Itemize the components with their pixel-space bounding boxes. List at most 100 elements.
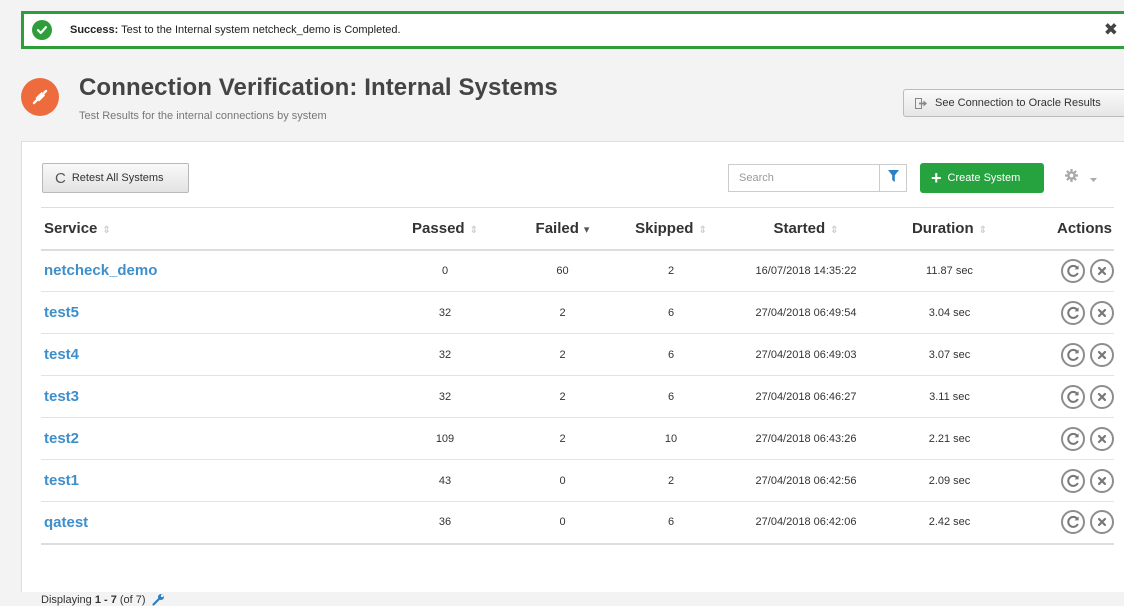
duration-cell: 2.09 sec xyxy=(928,474,971,487)
retest-icon[interactable] xyxy=(1061,384,1085,409)
service-link[interactable]: test5 xyxy=(44,304,79,321)
service-cell: test2 xyxy=(41,418,381,460)
plus-icon: + xyxy=(931,168,942,188)
delete-icon[interactable] xyxy=(1090,342,1114,367)
filter-icon xyxy=(887,169,899,187)
sort-desc-icon: ▾ xyxy=(583,223,590,236)
failed-header-label: Failed xyxy=(535,219,579,237)
failed-cell: 0 xyxy=(559,474,566,487)
retest-icon[interactable] xyxy=(1061,300,1085,325)
failed-cell: 60 xyxy=(556,264,569,277)
page-title: Connection Verification: Internal System… xyxy=(79,74,558,101)
create-system-button[interactable]: + Create System xyxy=(920,163,1044,193)
actions-cell xyxy=(1013,460,1114,502)
retest-icon[interactable] xyxy=(1061,258,1085,283)
skipped-cell: 10 xyxy=(664,432,678,445)
retest-all-label: Retest All Systems xyxy=(71,172,164,184)
skipped-cell: 6 xyxy=(667,390,675,403)
delete-icon[interactable] xyxy=(1090,258,1114,283)
success-alert: Success: Test to the Internal system net… xyxy=(21,11,1124,49)
systems-panel: C Retest All Systems + Create System xyxy=(21,141,1124,606)
retest-icon[interactable] xyxy=(1061,468,1085,493)
skipped-cell: 2 xyxy=(667,474,675,487)
service-link[interactable]: netcheck_demo xyxy=(44,262,157,279)
service-link[interactable]: qatest xyxy=(44,514,88,531)
skipped-cell: 6 xyxy=(667,306,675,319)
actions-cell xyxy=(1013,292,1114,334)
passed-cell: 32 xyxy=(438,390,452,403)
actions-header-label: Actions xyxy=(1056,219,1112,237)
column-header-failed[interactable]: Failed ▾ xyxy=(509,208,616,250)
retest-icon[interactable] xyxy=(1061,510,1085,535)
sort-icon: ⇕ xyxy=(102,224,111,236)
service-header-label: Service xyxy=(44,219,98,237)
passed-cell: 36 xyxy=(438,516,452,529)
passed-cell: 32 xyxy=(438,306,452,319)
systems-table: Service ⇕ Passed ⇕ Failed ▾ Skipped ⇕ Starte… xyxy=(41,207,1114,545)
table-row: test3 32 2 6 27/04/2018 06:46:27 3.11 sec xyxy=(41,376,1114,418)
started-cell: 27/04/2018 06:42:56 xyxy=(755,474,857,487)
retest-all-button[interactable]: C Retest All Systems xyxy=(42,163,189,193)
actions-cell xyxy=(1013,502,1114,544)
caret-down-icon xyxy=(1090,169,1097,187)
retest-icon[interactable] xyxy=(1061,426,1085,451)
delete-icon[interactable] xyxy=(1090,384,1114,409)
column-header-started[interactable]: Started ⇕ xyxy=(726,208,886,250)
create-system-label: Create System xyxy=(947,172,1021,184)
delete-icon[interactable] xyxy=(1090,468,1114,493)
passed-cell: 32 xyxy=(438,348,452,361)
failed-cell: 2 xyxy=(559,306,566,319)
column-header-service[interactable]: Service ⇕ xyxy=(41,208,381,250)
delete-icon[interactable] xyxy=(1090,510,1114,535)
alert-message: Success: Test to the Internal system net… xyxy=(70,24,401,36)
failed-cell: 2 xyxy=(559,390,566,403)
settings-dropdown[interactable] xyxy=(1053,163,1109,193)
service-link[interactable]: test4 xyxy=(44,346,79,363)
service-cell: test5 xyxy=(41,292,381,334)
duration-header-label: Duration xyxy=(911,219,974,237)
gear-icon xyxy=(1065,169,1078,187)
sign-out-icon xyxy=(915,97,928,109)
pagination-total: (of 7) xyxy=(119,593,146,606)
passed-header-label: Passed xyxy=(412,219,465,237)
retest-icon[interactable] xyxy=(1061,342,1085,367)
column-header-skipped[interactable]: Skipped ⇕ xyxy=(616,208,726,250)
table-header-row: Service ⇕ Passed ⇕ Failed ▾ Skipped ⇕ Starte… xyxy=(41,207,1114,250)
duration-cell: 3.04 sec xyxy=(928,306,971,319)
see-oracle-results-label: See Connection to Oracle Results xyxy=(935,97,1101,109)
started-cell: 27/04/2018 06:49:54 xyxy=(755,306,857,319)
sort-icon: ⇕ xyxy=(698,224,707,236)
service-cell: qatest xyxy=(41,502,381,544)
sort-icon: ⇕ xyxy=(830,224,839,236)
service-link[interactable]: test3 xyxy=(44,388,79,405)
check-circle-icon xyxy=(32,20,52,40)
started-header-label: Started xyxy=(773,219,826,237)
table-row: test1 43 0 2 27/04/2018 06:42:56 2.09 sec xyxy=(41,460,1114,502)
passed-cell: 109 xyxy=(435,432,455,445)
actions-cell xyxy=(1013,418,1114,460)
wrench-icon[interactable] xyxy=(151,593,165,606)
filter-button[interactable] xyxy=(879,164,907,192)
table-row: test2 109 2 10 27/04/2018 06:43:26 2.21 sec xyxy=(41,418,1114,460)
service-link[interactable]: test1 xyxy=(44,472,79,489)
close-icon[interactable]: ✖ xyxy=(1104,21,1118,39)
alert-prefix: Success: xyxy=(70,24,119,36)
duration-cell: 11.87 sec xyxy=(926,264,973,277)
actions-cell xyxy=(1013,376,1114,418)
column-header-passed[interactable]: Passed ⇕ xyxy=(381,208,509,250)
skipped-cell: 6 xyxy=(667,516,675,529)
passed-cell: 43 xyxy=(438,474,452,487)
skipped-cell: 6 xyxy=(667,348,675,361)
refresh-icon: C xyxy=(55,169,66,187)
delete-icon[interactable] xyxy=(1090,300,1114,325)
duration-cell: 2.21 sec xyxy=(928,432,971,445)
delete-icon[interactable] xyxy=(1090,426,1114,451)
see-oracle-results-button[interactable]: See Connection to Oracle Results xyxy=(903,89,1124,117)
column-header-duration[interactable]: Duration ⇕ xyxy=(886,208,1013,250)
column-header-actions: Actions xyxy=(1013,208,1114,250)
search-input[interactable] xyxy=(728,164,880,192)
alert-text: Test to the Internal system netcheck_dem… xyxy=(121,24,401,36)
service-link[interactable]: test2 xyxy=(44,430,79,447)
service-cell: test4 xyxy=(41,334,381,376)
table-row: test4 32 2 6 27/04/2018 06:49:03 3.07 sec xyxy=(41,334,1114,376)
